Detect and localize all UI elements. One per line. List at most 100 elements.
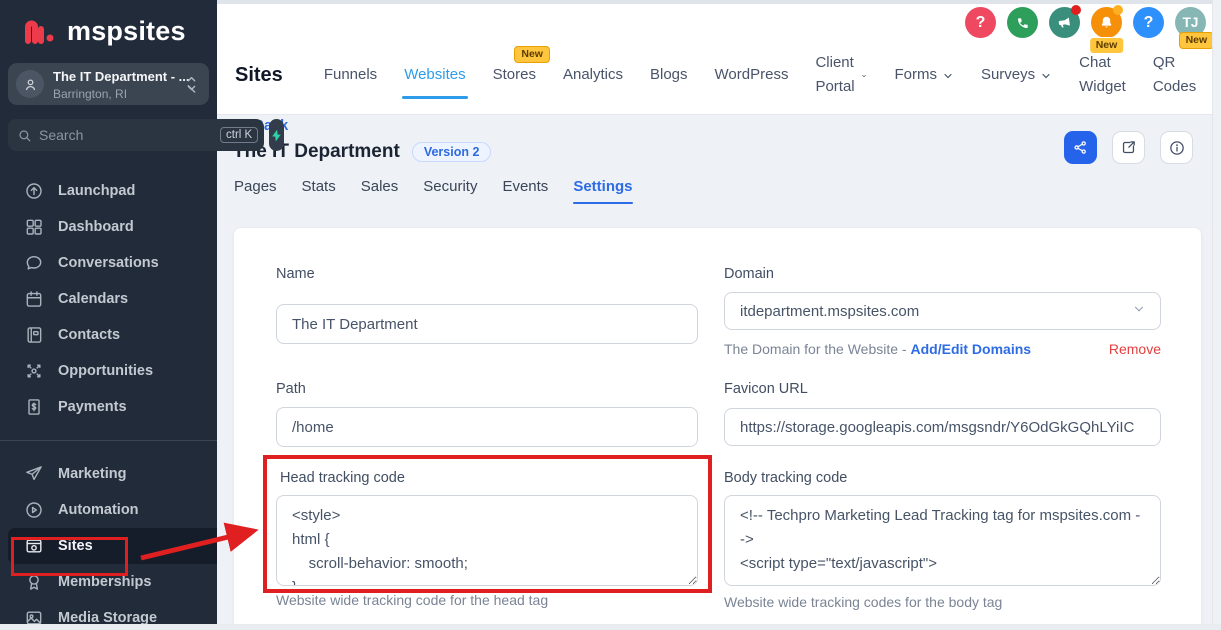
tab-stats[interactable]: Stats [302,178,336,204]
help-button[interactable]: ? [965,7,996,38]
remove-domain-link[interactable]: Remove [1109,341,1161,357]
topnav-label: Forms [894,63,937,87]
lightning-icon [269,128,284,143]
topnav-label: Analytics [563,63,623,87]
add-edit-domains-link[interactable]: Add/Edit Domains [911,341,1032,357]
topnav-label: Chat Widget [1079,51,1126,99]
sidebar-item-automation[interactable]: Automation [0,492,217,528]
sidebar-item-label: Conversations [58,255,159,271]
sidebar-item-label: Memberships [58,574,151,590]
sidebar-item-marketing[interactable]: Marketing [0,456,217,492]
calendar-icon [24,289,44,309]
brand-name: mspsites [67,16,186,47]
chevron-updown-icon [184,75,199,94]
support-button[interactable]: ? [1133,7,1164,38]
tab-security[interactable]: Security [423,178,477,204]
mspsites-logo-icon [24,17,58,47]
share-icon [1072,139,1089,156]
contacts-book-icon [24,325,44,345]
topnav-wordpress[interactable]: WordPress [715,63,789,87]
question-mark-icon: ? [976,14,986,32]
vertical-scrollbar[interactable] [1212,0,1221,624]
notification-dot [1113,5,1123,15]
sidebar-item-label: Opportunities [58,363,153,379]
head-tracking-helper: Website wide tracking code for the head … [276,592,548,608]
topnav-chat-widget[interactable]: Chat Widget [1079,51,1126,99]
bell-icon [1098,14,1115,31]
sidebar-item-label: Calendars [58,291,128,307]
sidebar-nav: Launchpad Dashboard Conversations Calend… [0,173,217,630]
new-badge: New [1179,32,1215,49]
body-tracking-textarea[interactable]: <!-- Techpro Marketing Lead Tracking tag… [724,495,1161,586]
sidebar-item-contacts[interactable]: Contacts [0,317,217,353]
sidebar-item-launchpad[interactable]: Launchpad [0,173,217,209]
notifications-button[interactable] [1091,7,1122,38]
website-tabs: Pages Stats Sales Security Events Settin… [234,178,633,204]
phone-button[interactable] [1007,7,1038,38]
body-tracking-helper: Website wide tracking codes for the body… [724,594,1002,610]
account-name: The IT Department - ... [53,69,190,84]
chevron-down-icon [942,70,954,82]
sidebar-item-sites[interactable]: Sites [8,528,217,564]
domain-select[interactable] [724,292,1161,330]
topnav-stores[interactable]: NewStores [493,63,536,87]
horizontal-scrollbar[interactable] [0,624,1221,630]
account-switcher[interactable]: The IT Department - ... Barrington, RI [8,63,209,105]
share-button[interactable] [1064,131,1097,164]
sidebar-item-label: Sites [58,538,93,554]
tab-pages[interactable]: Pages [234,178,277,204]
preview-button[interactable] [1112,131,1145,164]
sidebar-item-label: Dashboard [58,219,134,235]
name-input[interactable] [276,304,698,344]
sidebar-item-label: Contacts [58,327,120,343]
chevron-down-icon [1040,70,1052,82]
tab-settings[interactable]: Settings [573,178,632,204]
sidebar-item-label: Payments [58,399,127,415]
quick-actions-button[interactable] [269,119,284,151]
topnav-surveys[interactable]: Surveys [981,63,1052,87]
body-tracking-label: Body tracking code [724,470,847,486]
sidebar-item-opportunities[interactable]: Opportunities [0,353,217,389]
topnav-label: WordPress [715,63,789,87]
search-input-wrap[interactable]: ctrl K [8,119,264,151]
account-avatar-icon [16,70,44,98]
topnav-client-portal[interactable]: Client Portal [815,51,867,99]
avatar-initials: TJ [1183,15,1199,30]
payments-icon [24,397,44,417]
topnav-label: Client Portal [815,51,856,99]
announcements-button[interactable] [1049,7,1080,38]
tab-sales[interactable]: Sales [361,178,399,204]
head-tracking-textarea[interactable]: <style> html { scroll-behavior: smooth; … [276,495,698,586]
info-button[interactable] [1160,131,1193,164]
search-shortcut-badge: ctrl K [220,127,258,143]
notification-dot [1071,5,1081,15]
sidebar-item-calendars[interactable]: Calendars [0,281,217,317]
path-label: Path [276,381,306,397]
tab-events[interactable]: Events [502,178,548,204]
topnav-analytics[interactable]: Analytics [563,63,623,87]
head-tracking-label: Head tracking code [280,470,405,486]
sidebar-item-memberships[interactable]: Memberships [0,564,217,600]
name-label: Name [276,266,315,282]
sidebar-item-dashboard[interactable]: Dashboard [0,209,217,245]
info-icon [1168,139,1186,157]
send-icon [24,464,44,484]
sidebar-item-label: Automation [58,502,139,518]
path-input[interactable] [276,407,698,447]
topnav-blogs[interactable]: Blogs [650,63,688,87]
favicon-url-input[interactable] [724,408,1161,446]
sidebar-item-payments[interactable]: Payments [0,389,217,425]
memberships-icon [24,572,44,592]
topnav-label: Blogs [650,63,688,87]
topnav-label: Surveys [981,63,1035,87]
topnav-label: QR Codes [1153,51,1196,99]
topnav-funnels[interactable]: Funnels [324,63,377,87]
topnav-websites[interactable]: Websites [404,63,465,87]
settings-card: Name Domain The Domain for the Website -… [233,227,1202,630]
sidebar-item-conversations[interactable]: Conversations [0,245,217,281]
opportunities-icon [24,361,44,381]
launchpad-icon [24,181,44,201]
search-input[interactable] [39,127,220,143]
topnav-forms[interactable]: Forms [894,63,954,87]
topnav-qr-codes[interactable]: NewQR Codes [1153,51,1196,99]
